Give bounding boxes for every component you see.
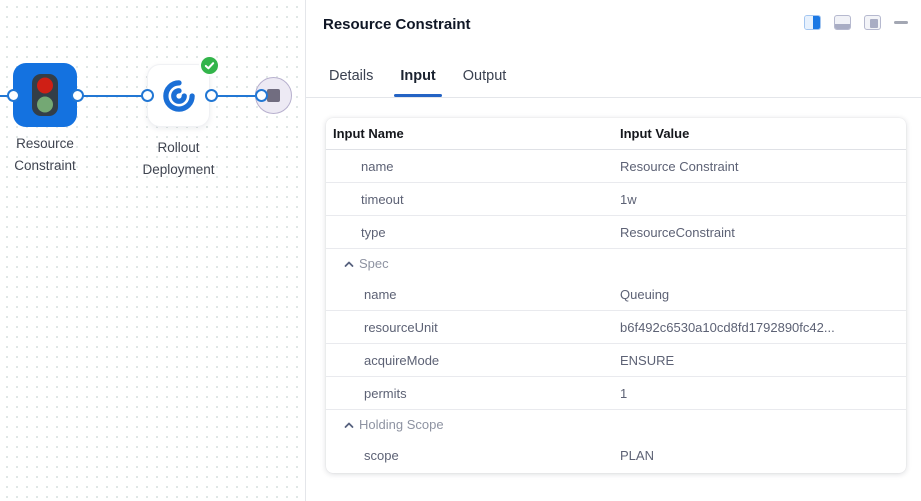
node-resource-constraint[interactable] bbox=[13, 63, 77, 127]
table-row: type ResourceConstraint bbox=[326, 216, 906, 249]
detail-panel: Resource Constraint Details Input Output… bbox=[305, 0, 921, 501]
row-value: 1 bbox=[620, 377, 627, 410]
input-table-header: Input Name Input Value bbox=[326, 118, 906, 150]
section-label: Spec bbox=[359, 249, 389, 278]
tab-input[interactable]: Input bbox=[400, 68, 435, 97]
table-row: acquireMode ENSURE bbox=[326, 344, 906, 377]
port[interactable] bbox=[71, 89, 84, 102]
row-value: b6f492c6530a10cd8fd1792890fc42... bbox=[620, 311, 835, 344]
chevron-up-icon[interactable] bbox=[343, 419, 355, 431]
column-input-value: Input Value bbox=[620, 118, 689, 150]
port[interactable] bbox=[255, 89, 268, 102]
row-name: scope bbox=[364, 439, 399, 472]
section-row[interactable]: Holding Scope bbox=[326, 410, 906, 439]
table-row: permits 1 bbox=[326, 377, 906, 410]
row-value: Queuing bbox=[620, 278, 669, 311]
row-value: PLAN bbox=[620, 439, 654, 472]
node-label-rollout-deployment: Rollout Deployment bbox=[128, 137, 229, 180]
table-row: resourceUnit b6f492c6530a10cd8fd1792890fc… bbox=[326, 311, 906, 344]
row-value: 1w bbox=[620, 183, 637, 216]
chevron-up-icon[interactable] bbox=[343, 258, 355, 270]
workflow-canvas[interactable]: Resource Constraint Rollout Deployment bbox=[0, 0, 305, 501]
node-label-resource-constraint: Resource Constraint bbox=[0, 133, 95, 176]
minimize-icon[interactable] bbox=[894, 15, 908, 30]
dock-float-icon[interactable] bbox=[864, 15, 881, 30]
tab-details[interactable]: Details bbox=[329, 68, 373, 97]
success-check-badge bbox=[199, 55, 220, 76]
row-name: permits bbox=[364, 377, 407, 410]
row-name: resourceUnit bbox=[364, 311, 438, 344]
row-value: Resource Constraint bbox=[620, 150, 739, 183]
input-table-body: name Resource Constraint timeout 1w type Reso… bbox=[326, 150, 906, 472]
tabbar: Details Input Output bbox=[306, 56, 921, 98]
window-controls bbox=[804, 15, 908, 30]
column-input-name: Input Name bbox=[333, 118, 404, 150]
argo-rollouts-icon bbox=[161, 78, 197, 114]
row-name: name bbox=[361, 150, 394, 183]
row-name: type bbox=[361, 216, 386, 249]
edge-rollout-to-end bbox=[211, 95, 259, 97]
port[interactable] bbox=[7, 89, 20, 102]
node-rollout-deployment[interactable] bbox=[147, 64, 210, 127]
row-value: ResourceConstraint bbox=[620, 216, 735, 249]
panel-title: Resource Constraint bbox=[323, 16, 471, 33]
port[interactable] bbox=[141, 89, 154, 102]
table-row: name Queuing bbox=[326, 278, 906, 311]
section-row[interactable]: Spec bbox=[326, 249, 906, 278]
row-name: name bbox=[364, 278, 397, 311]
input-table-card: Input Name Input Value name Resource Cons… bbox=[326, 118, 906, 473]
row-value: ENSURE bbox=[620, 344, 674, 377]
split-right-icon[interactable] bbox=[804, 15, 821, 30]
row-name: acquireMode bbox=[364, 344, 439, 377]
table-row: name Resource Constraint bbox=[326, 150, 906, 183]
table-row: scope PLAN bbox=[326, 439, 906, 472]
tab-output[interactable]: Output bbox=[463, 68, 507, 97]
traffic-light-icon bbox=[31, 73, 59, 117]
port[interactable] bbox=[205, 89, 218, 102]
row-name: timeout bbox=[361, 183, 404, 216]
table-row: timeout 1w bbox=[326, 183, 906, 216]
dock-bottom-icon[interactable] bbox=[834, 15, 851, 30]
section-label: Holding Scope bbox=[359, 410, 444, 439]
stop-square-icon bbox=[267, 89, 280, 102]
edge-resource-to-rollout bbox=[78, 95, 148, 97]
